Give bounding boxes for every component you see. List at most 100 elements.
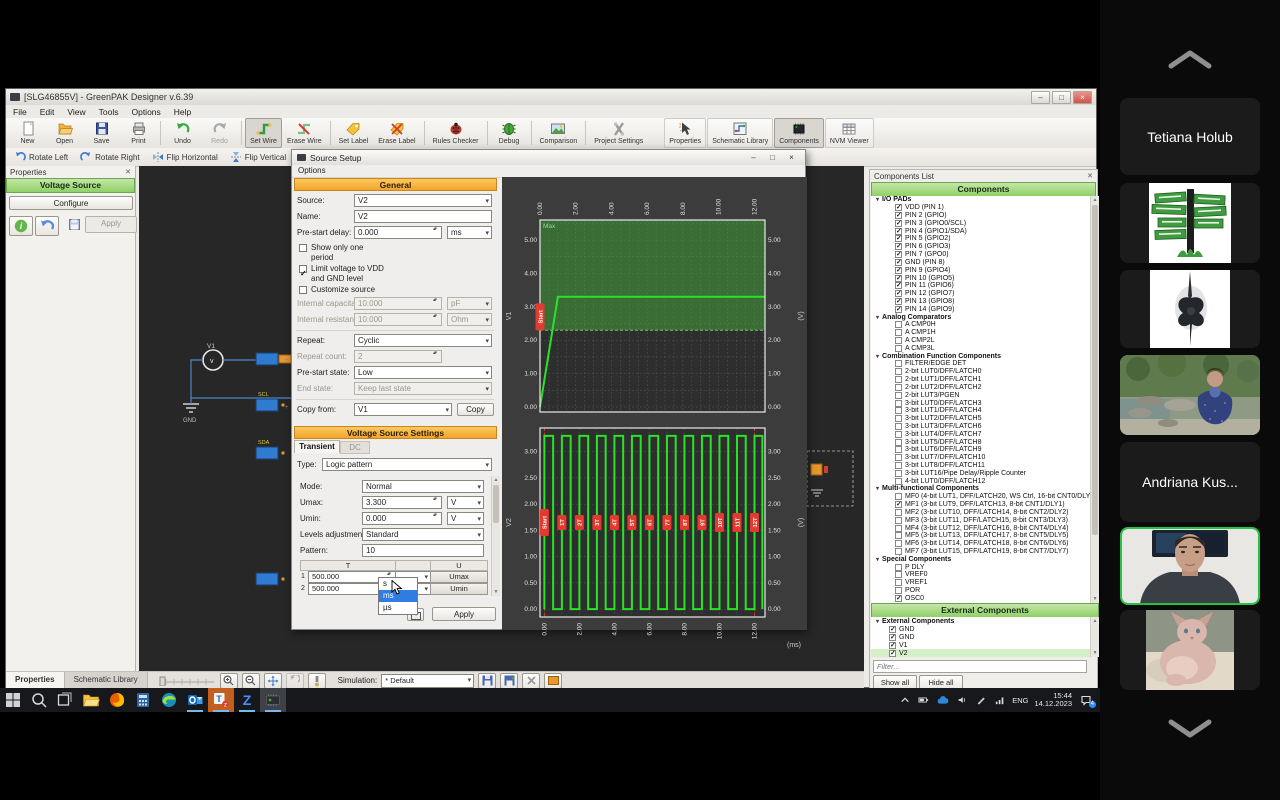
tree-item-gnd-pin-8[interactable]: GND (PIN 8) [871,259,1090,267]
item-checkbox[interactable] [895,228,902,235]
unit-select-umin[interactable]: V [447,512,484,525]
tree-section-multi-functional-components[interactable]: ▾Multi-functional Components [871,485,1090,493]
nvm-viewer-button[interactable]: NVM Viewer [825,118,874,148]
u-level-row2[interactable]: Umin [430,583,488,595]
save-sim-as-button[interactable] [500,673,518,689]
participant-tile-tetiana-holub[interactable]: Tetiana Holub [1120,98,1260,175]
v2-source-selected[interactable] [807,451,853,506]
tree-item-mf4-3-bit-lut12-dff-latch16-8-bit-cnt4-dly4[interactable]: MF4 (3-bit LUT12, DFF/LATCH16, 8-bit CNT… [871,524,1090,532]
item-checkbox[interactable] [895,509,902,516]
pan-button[interactable] [264,673,282,689]
components-button[interactable]: Components [774,118,824,148]
item-checkbox[interactable] [895,462,902,469]
project-settings-button[interactable]: Project Settings [589,118,648,148]
item-checkbox[interactable] [895,532,902,539]
menu-file[interactable]: File [13,107,27,117]
components-scrollbar[interactable]: ▲ ▼ [1090,196,1099,603]
item-checkbox[interactable] [895,493,902,500]
dialog-close-button[interactable]: × [783,152,800,163]
flip-horizontal-button[interactable]: Flip Horizontal [152,151,218,163]
print-button[interactable]: Print [120,118,157,148]
tree-item-a-cmp1h[interactable]: A CMP1H [871,329,1090,337]
settings-scrollbar[interactable]: ▲ ▼ [491,476,500,596]
item-checkbox[interactable] [895,439,902,446]
tree-item-3-bit-lut7-dff-latch10[interactable]: 3-bit LUT7/DFF/LATCH10 [871,454,1090,462]
taskbar-start-button[interactable] [0,688,26,712]
tree-item-filter-edge-det[interactable]: FILTER/EDGE DET [871,360,1090,368]
unit-select-internal-capacitance[interactable]: pF [447,297,492,310]
pin-box-lower[interactable] [256,573,285,585]
zoom-in-button[interactable] [220,673,238,689]
scroll-down-arrow[interactable]: ▼ [492,588,500,596]
scroll-thumb[interactable] [1092,205,1098,535]
spinner-umax[interactable]: 3.300 [362,496,442,509]
tree-item-pin-7-gpo0[interactable]: PIN 7 (GPO0) [871,251,1090,259]
u-level-row1[interactable]: Umax [430,571,488,583]
item-checkbox[interactable] [895,212,902,219]
tree-item-vdd-pin-1[interactable]: VDD (PIN 1) [871,204,1090,212]
tree-item-pin-4-gpio1-sda[interactable]: PIN 4 (GPIO1/SDA) [871,227,1090,235]
taskbar-zoom-app-button[interactable]: Z [234,688,260,712]
tree-item-pin-10-gpio5[interactable]: PIN 10 (GPIO5) [871,274,1090,282]
tree-item-2-bit-lut3-pgen[interactable]: 2-bit LUT3/PGEN [871,391,1090,399]
tree-item-mf5-3-bit-lut13-dff-latch17-8-bit-cnt5-dly5[interactable]: MF5 (3-bit LUT13, DFF/LATCH17, 8-bit CNT… [871,532,1090,540]
minimize-button[interactable]: – [1031,91,1050,104]
pin-box-scl[interactable] [256,399,285,411]
delete-sim-button[interactable] [522,673,540,689]
select-end-state[interactable]: Keep last state [354,382,492,395]
item-checkbox[interactable] [895,400,902,407]
spinner-repeat-count[interactable]: 2 [354,350,442,363]
item-checkbox[interactable] [895,423,902,430]
tree-item-3-bit-lut1-dff-latch4[interactable]: 3-bit LUT1/DFF/LATCH4 [871,407,1090,415]
item-checkbox[interactable] [895,454,902,461]
scroll-down-arrow[interactable]: ▼ [1091,595,1099,603]
item-checkbox[interactable] [895,345,902,352]
tree-item-osc0[interactable]: OSC0 [871,594,1090,602]
spinner-pre-start-delay[interactable]: 0.000 [354,226,442,239]
external-scrollbar[interactable]: ▲ ▼ [1090,617,1099,657]
collapse-icon[interactable]: ▾ [876,618,879,625]
panel-close-icon[interactable]: ✕ [125,168,131,176]
tree-item-a-cmp0h[interactable]: A CMP0H [871,321,1090,329]
select-mode[interactable]: Normal [362,480,484,493]
network-icon[interactable] [993,694,1006,706]
item-checkbox[interactable] [895,235,902,242]
checkbox-customize-source[interactable] [299,286,307,294]
menu-options[interactable]: Options [131,107,160,117]
item-checkbox[interactable] [895,251,902,258]
tree-item-mf0-4-bit-lut1-dff-latch20-ws-ctrl-16-bit-cnt0-dly0-fs[interactable]: MF0 (4-bit LUT1, DFF/LATCH20, WS Ctrl, 1… [871,493,1090,501]
zoom-out-button[interactable] [242,673,260,689]
item-checkbox[interactable] [895,595,902,602]
external-item-gnd[interactable]: GND [871,633,1090,641]
configure-button[interactable]: Configure [9,196,133,210]
tree-section-external-components[interactable]: ▾External Components [871,617,1090,625]
properties-button[interactable]: Properties [664,118,706,148]
tree-item-2-bit-lut2-dff-latch2[interactable]: 2-bit LUT2/DFF/LATCH2 [871,384,1090,392]
collapse-icon[interactable]: ▾ [876,196,879,203]
tree-section-combination-function-components[interactable]: ▾Combination Function Components [871,352,1090,360]
clock[interactable]: 15:44 14.12.2023 [1034,692,1072,709]
open-button[interactable]: Open [46,118,83,148]
probe-button[interactable] [308,673,326,689]
erase-label-button[interactable]: Erase Label [373,118,420,148]
scroll-up-arrow[interactable]: ▲ [1091,617,1099,625]
tree-item-3-bit-lut6-dff-latch9[interactable]: 3-bit LUT6/DFF/LATCH9 [871,446,1090,454]
collapse-icon[interactable]: ▾ [876,485,879,492]
taskbar-search-button[interactable] [26,688,52,712]
rules-checker-button[interactable]: Rules Checker [428,118,484,148]
tree-item-mf2-3-bit-lut10-dff-latch14-8-bit-cnt2-dly2[interactable]: MF2 (3-bit LUT10, DFF/LATCH14, 8-bit CNT… [871,509,1090,517]
tab-properties[interactable]: Properties [6,672,65,689]
action-center-icon[interactable]: 4 [1078,693,1094,707]
item-checkbox[interactable] [895,282,902,289]
dialog-apply-button[interactable]: Apply [432,607,496,621]
tree-section-analog-comparators[interactable]: ▾Analog Comparators [871,313,1090,321]
refresh-button[interactable] [286,673,304,689]
scroll-up-arrow[interactable]: ▲ [492,476,500,484]
item-checkbox[interactable] [895,306,902,313]
tree-item-a-cmp2l[interactable]: A CMP2L [871,337,1090,345]
dialog-titlebar[interactable]: Source Setup – □ × [292,150,805,166]
undo-button[interactable]: Undo [164,118,201,148]
select-pre-start-state[interactable]: Low [354,366,492,379]
language-indicator[interactable]: ENG [1012,696,1028,705]
save-settings-icon[interactable] [69,219,80,230]
